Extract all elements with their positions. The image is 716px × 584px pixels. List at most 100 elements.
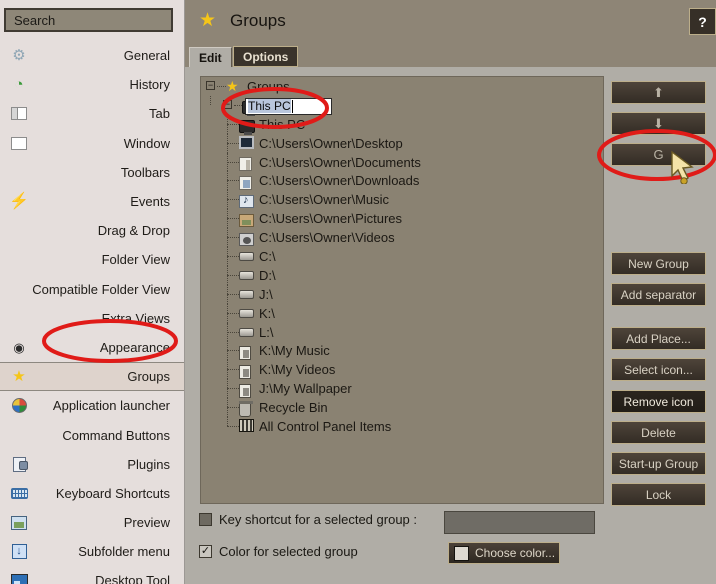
settings-pane: ★ Groups ? Restore defaults of this page… — [185, 0, 716, 584]
groups-tree[interactable]: − ★ Groups − This PC This PC C:\Users\Owner\De… — [200, 76, 604, 504]
sidebar-item-label: Tab — [149, 106, 170, 122]
sidebar-item-keyboard-shortcuts[interactable]: Keyboard Shortcuts — [0, 479, 184, 508]
startup-group-button[interactable]: Start-up Group — [611, 452, 706, 475]
tree-node[interactable]: C:\Users\Owner\Documents — [201, 152, 603, 172]
add-separator-button-label: Add separator — [620, 287, 697, 302]
tree-node[interactable]: Recycle Bin — [201, 398, 603, 418]
tree-line — [210, 95, 211, 105]
key-shortcut-checkbox[interactable] — [199, 513, 212, 526]
move-down-button-label: ⬇ — [653, 115, 664, 131]
tab-options[interactable]: Options — [233, 46, 299, 67]
downloads-folder-icon — [239, 175, 252, 190]
place-icon — [239, 345, 251, 360]
color-group-label: Color for selected group — [219, 544, 358, 559]
tree-node[interactable]: C:\Users\Owner\Downloads — [201, 171, 603, 191]
sidebar-item-desktop-tool[interactable]: Desktop Tool — [0, 566, 184, 584]
choose-color-button[interactable]: Choose color... — [448, 542, 560, 564]
tree-node-label: C:\Users\Owner\Music — [259, 192, 390, 208]
select-icon-button[interactable]: Select icon... — [611, 358, 706, 381]
sidebar-item-general[interactable]: ⚙ General — [0, 41, 184, 70]
tree-node[interactable]: C:\Users\Owner\Videos — [201, 228, 603, 248]
pictures-folder-icon — [239, 214, 254, 228]
music-folder-icon — [239, 194, 254, 209]
sidebar-item-drag-drop[interactable]: Drag & Drop — [0, 216, 184, 245]
sidebar-item-extra-views[interactable]: Extra Views — [0, 304, 184, 333]
tree-node[interactable]: L:\ — [201, 322, 603, 342]
new-group-button[interactable]: New Group — [611, 252, 706, 275]
search-input[interactable]: Search — [4, 8, 173, 32]
sidebar-item-history[interactable]: ◔ History — [0, 70, 184, 99]
tree-node[interactable]: J:\ — [201, 284, 603, 304]
sidebar-item-label: Compatible Folder View — [32, 281, 170, 297]
sidebar-item-toolbars[interactable]: Toolbars — [0, 158, 184, 187]
sidebar-item-label: Extra Views — [101, 310, 170, 326]
sidebar-item-plugins[interactable]: Plugins — [0, 450, 184, 479]
sidebar-item-label: Folder View — [101, 252, 170, 268]
tree-line — [227, 199, 239, 201]
sidebar-item-label: Groups — [127, 369, 170, 385]
tree-line — [227, 331, 239, 333]
tree-node[interactable]: K:\My Videos — [201, 360, 603, 380]
key-shortcut-label: Key shortcut for a selected group : — [219, 512, 417, 527]
move-down-button[interactable]: ⬇ — [611, 112, 706, 135]
delete-button[interactable]: Delete — [611, 421, 706, 444]
gear-icon: ⚙ — [12, 47, 26, 65]
launcher-icon — [10, 397, 28, 415]
expander-collapse-icon[interactable]: − — [223, 99, 232, 109]
tree-node[interactable]: J:\My Wallpaper — [201, 379, 603, 399]
tree-node[interactable]: This PC — [201, 114, 603, 135]
tree-root-groups[interactable]: − ★ Groups — [201, 77, 603, 96]
tree-line — [227, 180, 239, 182]
move-up-button[interactable]: ⬆ — [611, 81, 706, 104]
color-group-checkbox[interactable]: ✓ — [199, 545, 212, 558]
tree-node[interactable]: C:\Users\Owner\Desktop — [201, 133, 603, 153]
delete-button-label: Delete — [641, 425, 676, 440]
add-separator-button[interactable]: Add separator — [611, 283, 706, 306]
desktop-icon — [10, 572, 28, 584]
tree-node-editing[interactable]: − This PC — [201, 95, 603, 116]
sidebar-item-folder-view[interactable]: Folder View — [0, 245, 184, 274]
sidebar-item-label: General — [123, 48, 170, 64]
sidebar-item-compatible-folder-view[interactable]: Compatible Folder View — [0, 275, 184, 304]
tree-node[interactable]: C:\Users\Owner\Music — [201, 190, 603, 210]
rename-input[interactable]: This PC — [245, 97, 332, 115]
expander-collapse-icon[interactable]: − — [206, 81, 215, 90]
star-icon: ★ — [226, 78, 239, 94]
sidebar-item-label: Preview — [123, 515, 170, 531]
tab-icon — [10, 105, 28, 123]
sidebar-item-groups[interactable]: ★ Groups — [0, 362, 184, 392]
sidebar-item-subfolder-menu[interactable]: ↓ Subfolder menu — [0, 537, 184, 566]
sidebar-item-events[interactable]: ⚡ Events — [0, 187, 184, 216]
tree-node[interactable]: All Control Panel Items — [201, 417, 603, 436]
tree-node[interactable]: K:\My Music — [201, 341, 603, 361]
sidebar-item-window[interactable]: Window — [0, 129, 184, 158]
remove-icon-button[interactable]: Remove icon — [611, 390, 706, 413]
tab-edit-label: Edit — [199, 50, 222, 65]
tree-node-label: K:\My Videos — [259, 362, 336, 378]
tab-strip: Edit Options — [185, 44, 716, 67]
rename-input-value: This PC — [248, 99, 291, 114]
key-shortcut-input[interactable] — [444, 511, 595, 534]
choose-color-label: Choose color... — [475, 546, 556, 560]
sidebar-item-appearance[interactable]: ◉ Appearance — [0, 333, 184, 362]
star-icon: ★ — [199, 10, 217, 31]
tree-node[interactable]: K:\ — [201, 303, 603, 323]
sidebar-item-tab[interactable]: Tab — [0, 99, 184, 128]
tree-line — [234, 104, 242, 106]
sidebar-item-application-launcher[interactable]: Application launcher — [0, 391, 184, 420]
drive-icon — [239, 252, 254, 262]
tab-options-label: Options — [243, 49, 289, 64]
add-place-button[interactable]: Add Place... — [611, 327, 706, 350]
help-button[interactable]: ? — [689, 8, 716, 35]
sidebar-item-command-buttons[interactable]: Command Buttons — [0, 420, 184, 449]
tab-edit[interactable]: Edit — [189, 47, 232, 67]
tree-node[interactable]: D:\ — [201, 265, 603, 285]
lock-button[interactable]: Lock — [611, 483, 706, 506]
tree-node-label: Recycle Bin — [259, 400, 328, 416]
tree-node[interactable]: C:\ — [201, 247, 603, 266]
sidebar-item-label: Command Buttons — [62, 427, 170, 443]
documents-folder-icon — [239, 157, 252, 171]
sidebar-item-preview[interactable]: Preview — [0, 508, 184, 537]
tree-node[interactable]: C:\Users\Owner\Pictures — [201, 209, 603, 229]
tree-line — [227, 123, 239, 125]
